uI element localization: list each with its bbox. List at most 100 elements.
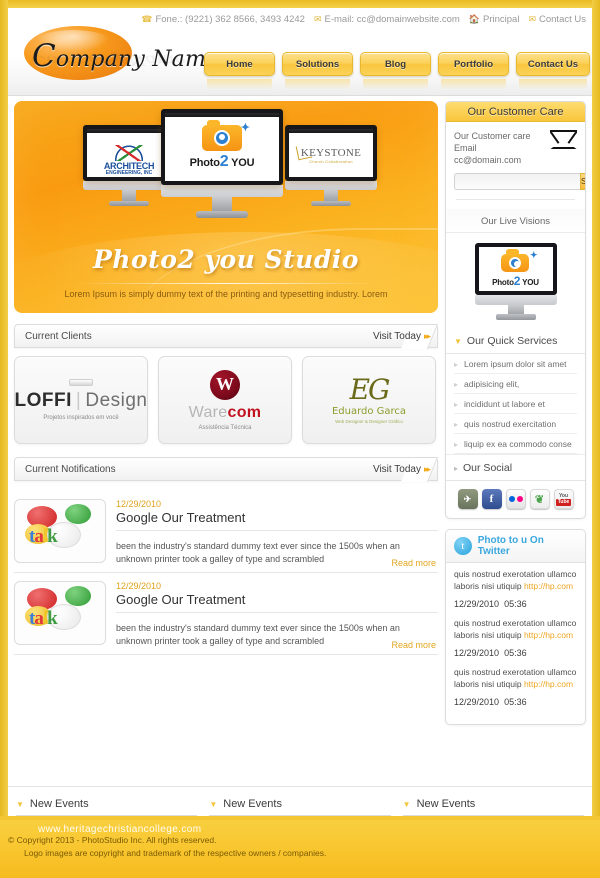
notification-text: been the industry's standard dummy text …: [116, 623, 400, 647]
customer-care-title: Our Customer Care: [446, 102, 585, 122]
notification-title: Google Our Treatment: [116, 510, 438, 531]
tweet-link[interactable]: http://hp.com: [524, 581, 573, 591]
notifications-visit-label: Visit Today: [372, 463, 421, 475]
architech-sub: ENGINEERING, INC: [105, 170, 153, 177]
notification-row[interactable]: talk 12/29/2010 Google Our Treatment bee…: [14, 573, 438, 656]
loffi-name: LOFFI: [14, 390, 72, 411]
notifications-visit-today-link[interactable]: Visit Today ▸▸: [372, 463, 431, 475]
client-card-eduardo-garca[interactable]: EG Eduardo Garca Web Designer & Designer…: [302, 356, 436, 444]
quick-service-item[interactable]: ▸ liquip ex ea commodo conse: [454, 434, 577, 455]
subscribe-email-input[interactable]: [454, 173, 580, 191]
facebook-icon[interactable]: f: [481, 489, 502, 510]
page-body: ARCHITECH ENGINEERING, INC ✦ Photo2 YOU …: [8, 96, 592, 786]
social-header[interactable]: ▸ Our Social: [446, 454, 585, 482]
delicious-icon[interactable]: ✈: [457, 489, 478, 510]
p2y-small-you: YOU: [522, 278, 539, 288]
main-navigation: Home Solutions Blog Portfolio Contact Us: [204, 52, 590, 90]
banner-monitors: ARCHITECH ENGINEERING, INC ✦ Photo2 YOU …: [14, 107, 438, 237]
notification-text: been the industry's standard dummy text …: [116, 541, 400, 565]
envelope-icon: ✉: [313, 14, 322, 24]
tweet-item: quis nostrud exerotation ullamco laboris…: [454, 569, 577, 609]
tweet-time: 05:36: [504, 648, 527, 659]
client-card-warecom[interactable]: W Warecom Assistência Técnica: [158, 356, 292, 444]
loffi-tagline: Projetos inspirados em você: [43, 415, 119, 421]
quick-service-item[interactable]: ▸ adipisicing elit,: [454, 374, 577, 395]
quick-services-list: ▸ Lorem ipsum dolor sit amet ▸ adipisicing…: [446, 354, 585, 455]
email-text: E-mail: cc@domainwebsite.com: [324, 14, 460, 25]
chevron-right-icon: ▸: [454, 359, 459, 369]
principal-link[interactable]: 🏠 Principal: [469, 14, 520, 25]
clients-list: LOFFI | Design Projetos inspirados em você…: [14, 356, 438, 444]
camera-icon: ✦: [501, 249, 537, 273]
main-column: ARCHITECH ENGINEERING, INC ✦ Photo2 YOU …: [14, 101, 438, 656]
quick-service-label: incididunt ut labore et: [464, 399, 545, 410]
tweet-date: 12/29/2010: [454, 697, 500, 708]
monitor-photo2you: ✦ Photo2 YOU: [161, 109, 283, 218]
email-info: ✉ E-mail: cc@domainwebsite.com: [314, 14, 460, 25]
hero-banner[interactable]: ARCHITECH ENGINEERING, INC ✦ Photo2 YOU …: [14, 101, 438, 313]
twitter-feed: quis nostrud exerotation ullamco laboris…: [446, 563, 585, 724]
header-topbar: ☎ Fone.: (9221) 362 8566, 3493 4242 ✉ E-…: [141, 14, 586, 25]
quick-service-label: Lorem ipsum dolor sit amet: [464, 359, 567, 370]
camera-icon: ✦: [202, 120, 250, 151]
site-header: ☎ Fone.: (9221) 362 8566, 3493 4242 ✉ E-…: [8, 8, 592, 96]
frame-top-border: [0, 0, 600, 8]
quick-services-title: Our Quick Services: [466, 335, 558, 348]
chevron-down-icon: ▼: [209, 799, 218, 809]
quick-service-item[interactable]: ▸ quis nostrud exercitation: [454, 414, 577, 435]
notification-read-more-link[interactable]: Read more: [391, 640, 436, 650]
loffi-separator: |: [75, 390, 82, 411]
notifications-list: talk 12/29/2010 Google Our Treatment bee…: [14, 491, 438, 656]
sidebar: Our Customer Care Our Customer care Emai…: [445, 101, 586, 726]
envelope-icon: ✉: [528, 14, 536, 24]
principal-label: Principal: [483, 14, 520, 25]
nav-item-portfolio[interactable]: Portfolio: [438, 52, 509, 90]
twitter-title: Photo to u On Twitter: [477, 535, 544, 558]
warecom-name: Warecom: [188, 403, 262, 421]
quick-service-item[interactable]: ▸ Lorem ipsum dolor sit amet: [454, 354, 577, 375]
notifications-title: Current Notifications: [25, 463, 116, 475]
msn-butterfly-icon[interactable]: ❦: [529, 489, 550, 510]
live-visions-title: Our Live Visions: [446, 209, 585, 234]
p2y-two: 2: [219, 153, 229, 170]
p2y-brand: Photo: [189, 157, 220, 169]
eduardo-mark-icon: EG: [349, 373, 391, 406]
contact-us-link[interactable]: ✉ Contact Us: [528, 14, 586, 25]
warecom-mark-letter: W: [216, 374, 234, 394]
keystone-mark-icon: [295, 143, 313, 161]
client-card-loffi[interactable]: LOFFI | Design Projetos inspirados em você: [14, 356, 148, 444]
footer-note: Logo images are copyright and trademark …: [24, 848, 327, 858]
quick-services-header[interactable]: ▼ Our Quick Services: [446, 328, 585, 355]
tweet-link[interactable]: http://hp.com: [524, 630, 573, 640]
notification-thumbnail: talk: [14, 499, 106, 563]
notification-read-more-link[interactable]: Read more: [391, 558, 436, 568]
nav-item-blog[interactable]: Blog: [360, 52, 431, 90]
home-icon: 🏠: [468, 14, 481, 24]
chevron-right-icon: ▸: [454, 439, 459, 449]
nav-item-solutions[interactable]: Solutions: [282, 52, 353, 90]
subscribe-form: Subscribe: [454, 173, 585, 191]
clients-visit-today-link[interactable]: Visit Today ▸▸: [373, 331, 431, 342]
flickr-icon[interactable]: [505, 489, 526, 510]
p2y-you: YOU: [231, 157, 255, 169]
twitter-header: t Photo to u On Twitter: [446, 530, 585, 564]
site-logo[interactable]: Company Name Company Name: [14, 22, 219, 90]
loffi-name2: Design: [85, 390, 148, 411]
quick-service-item[interactable]: ▸ incididunt ut labore et: [454, 394, 577, 415]
nav-item-contact-us[interactable]: Contact Us: [516, 52, 590, 90]
tweet-time: 05:36: [504, 697, 527, 708]
clients-title: Current Clients: [25, 330, 92, 342]
youtube-tube: Tube: [555, 498, 572, 506]
notification-row[interactable]: talk 12/29/2010 Google Our Treatment bee…: [14, 491, 438, 574]
chevron-down-icon: ▼: [454, 336, 462, 346]
twitter-panel: t Photo to u On Twitter quis nostrud exe…: [445, 529, 586, 726]
eduardo-name: Eduardo Garca: [331, 406, 407, 417]
page-shell: ☎ Fone.: (9221) 362 8566, 3493 4242 ✉ E-…: [8, 8, 592, 878]
eduardo-tagline: Web Designer & Designer Gráfico: [335, 419, 403, 424]
banner-subtitle: Lorem Ipsum is simply dummy text of the …: [64, 289, 388, 299]
subscribe-button[interactable]: Subscribe: [580, 173, 585, 191]
youtube-icon[interactable]: You Tube: [553, 489, 574, 510]
social-icons: ✈ f ❦ You Tube: [446, 481, 585, 518]
tweet-link[interactable]: http://hp.com: [524, 679, 573, 689]
nav-item-home[interactable]: Home: [204, 52, 275, 90]
